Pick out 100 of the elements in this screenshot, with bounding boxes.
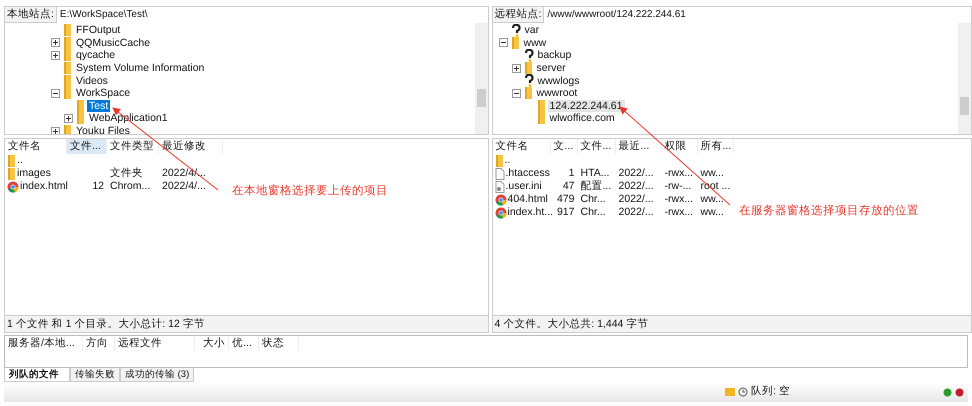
table-cell-text: 917 — [556, 206, 576, 219]
table-cell-text: 47 — [562, 180, 576, 193]
folder-icon — [63, 36, 72, 49]
folder-icon — [524, 62, 532, 74]
scrollbar[interactable] — [958, 23, 971, 134]
tree-item[interactable]: Youku Files — [74, 125, 132, 134]
tab[interactable]: 列队的文件 — [4, 368, 70, 382]
collapse-toggle[interactable] — [498, 38, 508, 48]
tab[interactable]: 成功的传输 (3) — [120, 368, 194, 382]
browser-icon — [494, 194, 506, 206]
tree-item[interactable]: Videos — [74, 74, 110, 87]
column-header[interactable]: 服务器/本地... — [5, 336, 83, 351]
folder-icon — [63, 74, 72, 87]
folder-icon — [524, 87, 532, 100]
table-cell-text: 2022/... — [618, 206, 655, 219]
settings-file-icon — [494, 180, 504, 192]
tree-item[interactable]: qycache — [74, 49, 118, 62]
column-header[interactable]: 文件... — [67, 139, 107, 154]
column-header[interactable]: 大小 — [195, 336, 229, 351]
file-name[interactable]: 404.html — [506, 193, 551, 206]
table-cell-text: 479 — [556, 193, 576, 206]
column-header[interactable]: 最近修改 — [159, 139, 223, 154]
table-cell-text: -rw-... — [664, 180, 692, 193]
tree-item[interactable]: wwwroot — [534, 87, 580, 100]
table-cell-text: 配置... — [580, 180, 612, 193]
browser-icon — [494, 206, 506, 218]
annotation-text: 在服务器窗格选择项目存放的位置 — [739, 203, 919, 219]
tab[interactable]: 传输失败 — [70, 368, 120, 382]
file-icon — [494, 168, 504, 180]
folder-icon — [76, 100, 85, 112]
expand-toggle[interactable] — [51, 50, 60, 60]
file-name[interactable]: .. — [16, 154, 26, 167]
folder-icon — [63, 49, 72, 62]
column-header[interactable]: 文... — [550, 139, 578, 154]
collapse-toggle[interactable] — [512, 88, 520, 98]
table-cell-text: 文件夹 — [109, 167, 144, 180]
folder-icon — [63, 24, 72, 36]
folder-icon — [7, 154, 16, 166]
expand-toggle[interactable] — [512, 64, 520, 73]
annotation-text: 在本地窗格选择要上传的项目 — [232, 183, 388, 199]
table-cell-text: ww... — [700, 193, 725, 206]
expand-toggle[interactable] — [51, 38, 60, 48]
table-cell-text: -rwx... — [664, 206, 694, 219]
column-header[interactable]: 最近... — [616, 139, 662, 154]
folder-icon — [510, 36, 520, 49]
table-cell-text: 2022/... — [618, 180, 655, 193]
column-header[interactable]: 文件... — [578, 139, 616, 154]
folder-icon — [536, 100, 546, 112]
folder-icon — [63, 87, 72, 100]
browser-icon — [7, 180, 19, 192]
file-name[interactable]: images — [16, 167, 54, 180]
expand-toggle[interactable] — [51, 126, 60, 134]
file-name[interactable]: .user.ini — [504, 180, 545, 193]
table-cell-text: 2022/... — [618, 193, 655, 206]
tree-item[interactable]: FFOutput — [74, 24, 122, 36]
column-header[interactable]: 所有... — [698, 139, 734, 154]
tree-item[interactable]: backup — [536, 49, 574, 62]
tree-item[interactable]: server — [534, 62, 568, 74]
table-cell-text: 2022/... — [618, 167, 655, 180]
file-name[interactable]: .htaccess — [504, 167, 553, 180]
folder-icon — [63, 125, 72, 134]
tree-item[interactable]: var — [522, 24, 542, 36]
column-header[interactable]: 优... — [229, 336, 259, 351]
column-header[interactable]: 权限 — [662, 139, 698, 154]
table-cell-text: -rwx... — [664, 193, 694, 206]
table-cell-text: -rwx... — [664, 167, 694, 180]
status-text: 1 个文件 和 1 个目录。大小总计: 12 字节 — [4, 316, 488, 333]
tree-item[interactable]: wwwlogs — [536, 74, 582, 87]
tree-item[interactable]: Test — [87, 100, 110, 112]
expand-toggle[interactable] — [64, 114, 73, 123]
tree-item[interactable]: System Volume Information — [74, 62, 206, 74]
question-icon — [524, 48, 534, 62]
table-cell-text: 1 — [568, 167, 576, 180]
clock-icon — [738, 387, 748, 397]
status-text: 4 个文件。大小总共: 1,444 字节 — [492, 316, 972, 333]
column-header[interactable]: 远程文件 — [115, 336, 195, 351]
column-header[interactable]: 文件名 — [492, 139, 550, 154]
column-header[interactable]: 文件类型 — [107, 139, 159, 154]
tree-item[interactable]: QQMusicCache — [74, 36, 152, 49]
question-icon — [524, 74, 534, 88]
file-name[interactable]: .. — [504, 154, 514, 167]
table-cell-text: Chrom... — [109, 180, 152, 193]
question-icon — [510, 24, 520, 37]
queue-icon — [725, 387, 736, 397]
column-header[interactable]: 方向 — [83, 336, 115, 351]
collapse-toggle[interactable] — [51, 88, 60, 98]
folder-icon — [76, 112, 85, 124]
table-cell-text: Chr... — [580, 206, 607, 219]
tree-item[interactable]: 124.222.244.61 — [548, 100, 624, 112]
tree-item[interactable]: WorkSpace — [74, 87, 132, 100]
path-field[interactable]: /www/wwwroot/124.222.244.61 — [543, 6, 971, 22]
file-name[interactable]: index.ht... — [506, 206, 556, 219]
tree-item[interactable]: www — [522, 36, 548, 49]
path-field[interactable]: E:\WorkSpace\Test\ — [56, 6, 488, 22]
folder-icon — [63, 62, 72, 74]
tree-item[interactable]: wlwoffice.com — [548, 112, 617, 124]
scrollbar[interactable] — [474, 23, 488, 134]
column-header[interactable]: 状态 — [259, 336, 299, 351]
status-light-icon — [943, 388, 952, 396]
file-name[interactable]: index.html — [19, 180, 71, 193]
